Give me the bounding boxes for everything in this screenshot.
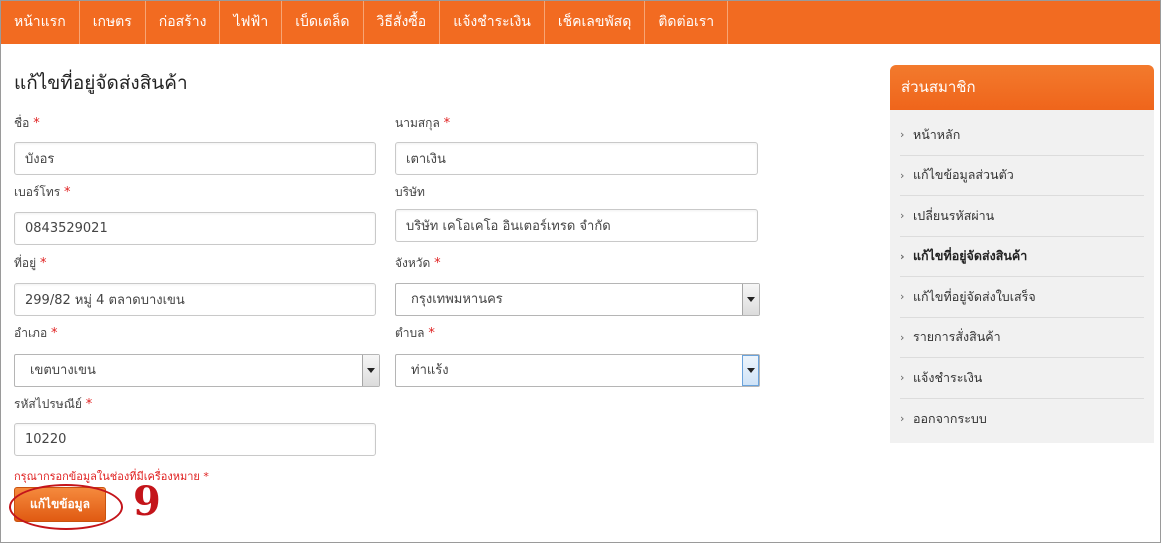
- sidebar-item-payment[interactable]: › แจ้งชำระเงิน: [900, 358, 1144, 399]
- address-label-text: ที่อยู่: [14, 256, 37, 270]
- member-sidebar: ส่วนสมาชิก › หน้าหลัก › แก้ไขข้อมูลส่วนตัว…: [890, 65, 1154, 443]
- required-mark: *: [51, 326, 58, 341]
- chevron-right-icon: ›: [900, 168, 905, 182]
- province-label-text: จังหวัด: [395, 256, 431, 270]
- district-label-text: อำเภอ: [14, 326, 48, 340]
- sidebar-item-label: รายการสั่งสินค้า: [913, 329, 1001, 345]
- sidebar-item-label: เปลี่ยนรหัสผ่าน: [913, 207, 995, 223]
- subdistrict-dropdown-arrow[interactable]: [742, 355, 759, 386]
- district-label: อำเภอ *: [14, 324, 58, 343]
- required-mark: *: [33, 116, 40, 131]
- phone-label: เบอร์โทร *: [14, 183, 71, 202]
- phone-input[interactable]: [14, 212, 376, 245]
- district-dropdown-arrow[interactable]: [362, 355, 379, 386]
- nav-item-misc[interactable]: เบ็ดเตล็ด: [282, 1, 364, 44]
- address-label: ที่อยู่ *: [14, 254, 46, 273]
- chevron-right-icon: ›: [900, 249, 905, 263]
- chevron-right-icon: ›: [900, 330, 905, 344]
- nav-item-agriculture[interactable]: เกษตร: [80, 1, 146, 44]
- province-label: จังหวัด *: [395, 254, 441, 273]
- required-mark: *: [443, 116, 451, 131]
- address-input[interactable]: [14, 283, 376, 316]
- company-label-text: บริษัท: [395, 185, 425, 199]
- sidebar-item-label: แก้ไขที่อยู่จัดส่งใบเสร็จ: [913, 288, 1036, 304]
- sidebar-item-change-password[interactable]: › เปลี่ยนรหัสผ่าน: [900, 196, 1144, 237]
- first-name-label-text: ชื่อ: [14, 116, 30, 130]
- chevron-down-icon: [746, 368, 755, 373]
- page-title: แก้ไขที่อยู่จัดส่งสินค้า: [14, 72, 188, 94]
- sidebar-item-label: แก้ไขที่อยู่จัดส่งสินค้า: [913, 248, 1028, 264]
- last-name-label-text: นามสกุล: [395, 116, 440, 130]
- chevron-right-icon: ›: [900, 412, 905, 426]
- company-label: บริษัท: [395, 183, 425, 202]
- first-name-input[interactable]: [14, 142, 376, 175]
- province-select[interactable]: กรุงเทพมหานคร: [395, 283, 760, 316]
- sidebar-item-label: ออกจากระบบ: [913, 410, 987, 426]
- company-input[interactable]: [395, 209, 758, 242]
- last-name-label: นามสกุล *: [395, 114, 450, 133]
- province-dropdown-arrow[interactable]: [742, 284, 759, 315]
- district-select-value: เขตบางเขน: [30, 363, 96, 378]
- sidebar-title: ส่วนสมาชิก: [890, 65, 1154, 110]
- last-name-input[interactable]: [395, 142, 758, 175]
- required-mark: *: [428, 326, 435, 341]
- required-mark: *: [39, 256, 47, 271]
- subdistrict-select-value: ท่าแร้ง: [411, 363, 449, 378]
- chevron-right-icon: ›: [900, 209, 905, 223]
- top-nav: หน้าแรก เกษตร ก่อสร้าง ไฟฟ้า เบ็ดเตล็ด ว…: [1, 1, 1160, 44]
- sidebar-item-shipping-address[interactable]: › แก้ไขที่อยู่จัดส่งสินค้า: [900, 237, 1144, 277]
- chevron-right-icon: ›: [900, 128, 905, 142]
- postcode-input[interactable]: [14, 423, 376, 456]
- required-mark: *: [434, 256, 441, 271]
- annotation-circle: [9, 484, 123, 530]
- nav-item-tracking[interactable]: เช็คเลขพัสดุ: [545, 1, 646, 44]
- sidebar-item-edit-profile[interactable]: › แก้ไขข้อมูลส่วนตัว: [900, 156, 1144, 196]
- subdistrict-select[interactable]: ท่าแร้ง: [395, 354, 760, 387]
- nav-item-electrical[interactable]: ไฟฟ้า: [220, 1, 283, 44]
- first-name-label: ชื่อ *: [14, 114, 40, 133]
- required-mark: *: [64, 185, 71, 200]
- chevron-down-icon: [747, 297, 755, 302]
- sidebar-item-home[interactable]: › หน้าหลัก: [900, 115, 1144, 156]
- subdistrict-label: ตำบล *: [395, 324, 435, 343]
- nav-item-construction[interactable]: ก่อสร้าง: [146, 1, 221, 44]
- nav-item-contact[interactable]: ติดต่อเรา: [645, 1, 729, 44]
- sidebar-item-logout[interactable]: › ออกจากระบบ: [900, 399, 1144, 440]
- required-note: กรุณากรอกข้อมูลในช่องที่มีเครื่องหมาย *: [14, 470, 209, 483]
- chevron-down-icon: [367, 368, 375, 373]
- sidebar-item-receipt-address[interactable]: › แก้ไขที่อยู่จัดส่งใบเสร็จ: [900, 277, 1144, 318]
- sidebar-item-orders[interactable]: › รายการสั่งสินค้า: [900, 318, 1144, 358]
- chevron-right-icon: ›: [900, 371, 905, 385]
- subdistrict-label-text: ตำบล: [395, 326, 425, 340]
- phone-label-text: เบอร์โทร: [14, 185, 61, 199]
- postcode-label-text: รหัสไปรษณีย์: [14, 397, 82, 411]
- sidebar-menu: › หน้าหลัก › แก้ไขข้อมูลส่วนตัว › เปลี่ยนรห…: [900, 127, 1144, 451]
- postcode-label: รหัสไปรษณีย์ *: [14, 395, 92, 414]
- nav-item-payment-notice[interactable]: แจ้งชำระเงิน: [440, 1, 545, 44]
- required-mark: *: [85, 397, 93, 412]
- nav-item-how-to-order[interactable]: วิธีสั่งซื้อ: [364, 1, 441, 44]
- sidebar-item-label: แจ้งชำระเงิน: [913, 369, 983, 385]
- sidebar-item-label: หน้าหลัก: [913, 126, 961, 142]
- nav-item-home[interactable]: หน้าแรก: [1, 1, 80, 44]
- province-select-value: กรุงเทพมหานคร: [411, 292, 503, 307]
- chevron-right-icon: ›: [900, 290, 905, 304]
- district-select[interactable]: เขตบางเขน: [14, 354, 380, 387]
- sidebar-item-label: แก้ไขข้อมูลส่วนตัว: [913, 167, 1014, 183]
- annotation-step-number: 9: [133, 478, 161, 525]
